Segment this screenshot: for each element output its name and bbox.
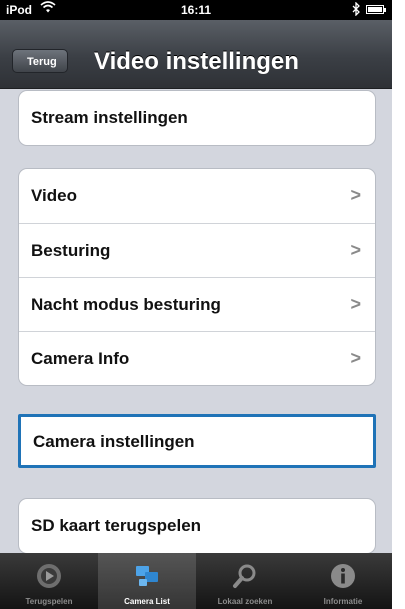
list-item-stream-settings[interactable]: Stream instellingen xyxy=(19,91,375,145)
camera-list-icon xyxy=(132,561,162,591)
chevron-right-icon: > xyxy=(350,348,361,368)
list-item-label: Besturing xyxy=(31,241,111,260)
status-bar: iPod 16:11 xyxy=(0,0,392,20)
chevron-right-icon: > xyxy=(350,240,361,260)
list-item-label: Stream instellingen xyxy=(31,108,188,127)
list-item-label: Nacht modus besturing xyxy=(31,295,221,314)
back-button[interactable]: Terug xyxy=(12,49,68,73)
list-item-camera-settings[interactable]: Camera instellingen xyxy=(21,417,373,465)
settings-group-camera: Camera instellingen xyxy=(18,414,376,468)
navigation-bar: Terug Video instellingen xyxy=(0,20,392,89)
search-icon xyxy=(230,561,260,591)
list-item-label: Camera instellingen xyxy=(33,432,195,451)
tab-playback[interactable]: Terugspelen xyxy=(0,553,98,609)
clock: 16:11 xyxy=(180,3,212,17)
settings-group-stream: Stream instellingen xyxy=(18,90,376,146)
list-item-night-mode[interactable]: Nacht modus besturing > xyxy=(19,277,375,331)
settings-group-video: Video > Besturing > Nacht modus besturin… xyxy=(18,168,376,386)
list-item-controls[interactable]: Besturing > xyxy=(19,223,375,277)
page-title: Video instellingen xyxy=(94,48,299,75)
tab-local-search[interactable]: Lokaal zoeken xyxy=(196,553,294,609)
playback-icon xyxy=(34,561,64,591)
list-item-label: SD kaart terugspelen xyxy=(31,516,202,535)
list-item-label: Camera Info xyxy=(31,349,130,368)
bluetooth-icon xyxy=(352,1,360,19)
tab-label: Camera List xyxy=(124,597,170,606)
chevron-right-icon: > xyxy=(350,294,361,314)
battery-icon xyxy=(366,5,386,14)
list-item-camera-info[interactable]: Camera Info > xyxy=(19,331,375,385)
tab-label: Informatie xyxy=(323,597,363,606)
tab-camera-list[interactable]: Camera List xyxy=(98,553,196,609)
list-item-sd-playback[interactable]: SD kaart terugspelen xyxy=(19,499,375,553)
tab-label: Lokaal zoeken xyxy=(217,597,273,606)
app-screen: iPod 16:11 Terug Video instellingen Stre… xyxy=(0,0,392,609)
info-icon xyxy=(328,561,358,591)
settings-group-sd: SD kaart terugspelen xyxy=(18,498,376,554)
chevron-right-icon: > xyxy=(350,185,361,205)
list-item-label: Video xyxy=(31,186,77,205)
list-item-video[interactable]: Video > xyxy=(19,169,375,223)
tab-information[interactable]: Informatie xyxy=(294,553,392,609)
tab-label: Terugspelen xyxy=(25,597,73,606)
tab-bar: Terugspelen Camera List Lokaal zoeken In… xyxy=(0,553,392,609)
